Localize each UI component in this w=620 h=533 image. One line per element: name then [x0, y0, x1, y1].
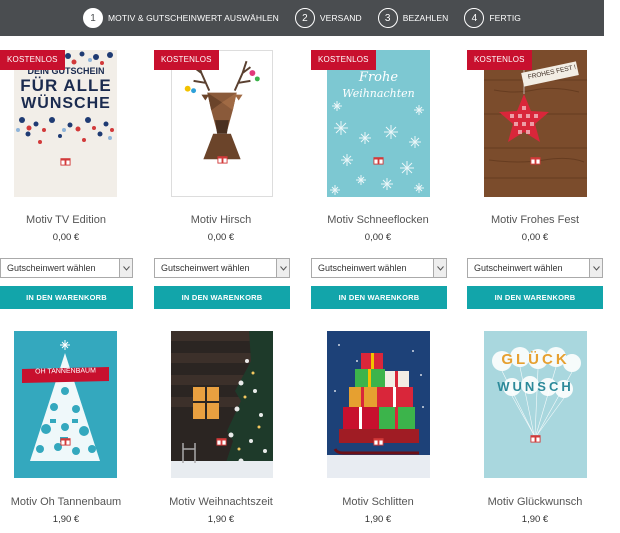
gift-icon: [530, 157, 541, 165]
schneeflocken-greeting-2: Weihnachten: [342, 87, 415, 100]
tv-edition-headline-3: WÜNSCHE: [21, 95, 111, 112]
gift-icon: [216, 438, 227, 446]
gift-icon: [217, 156, 228, 164]
product-image-oh-tannenbaum[interactable]: OH TANNENBAUM: [14, 331, 117, 478]
voucher-value-select[interactable]: Gutscheinwert wählen: [154, 258, 290, 278]
gift-icon: [60, 158, 71, 166]
voucher-value-select[interactable]: Gutscheinwert wählen: [467, 258, 603, 278]
product-image-schneeflocken[interactable]: Frohe Weihnachten: [327, 50, 430, 197]
schlitten-artwork: [327, 331, 430, 478]
product-name[interactable]: Motiv TV Edition: [0, 214, 146, 226]
chevron-down-icon: [276, 259, 289, 277]
gift-icon: [373, 438, 384, 446]
product-price: 0,00 €: [52, 232, 80, 243]
schneeflocken-greeting-1: Frohe: [358, 70, 399, 85]
checkout-stepper: 1 MOTIV & GUTSCHEINWERT AUSWÄHLEN 2 VERS…: [0, 0, 604, 36]
step-1-number: 1: [82, 8, 103, 28]
product-price: 0,00 €: [521, 232, 549, 243]
product-price: 0,00 €: [364, 232, 392, 243]
glueckwunsch-headline-1: GLÜCK: [501, 351, 570, 368]
product-image-weihnachtszeit[interactable]: [171, 331, 273, 478]
step-2-number: 2: [294, 8, 315, 28]
free-badge: KOSTENLOS: [154, 50, 219, 70]
add-to-cart-button[interactable]: IN DEN WARENKORB: [0, 286, 133, 309]
chevron-down-icon: [433, 259, 446, 277]
product-image-tv-edition[interactable]: DEIN GUTSCHEIN FÜR ALLE WÜNSCHE: [14, 50, 117, 197]
product-image-glueckwunsch[interactable]: GLÜCK WUNSCH: [484, 331, 587, 478]
free-badge: KOSTENLOS: [467, 50, 532, 70]
gift-icon: [373, 157, 384, 165]
product-price: 1,90 €: [521, 514, 549, 525]
product-name[interactable]: Motiv Glückwunsch: [455, 496, 615, 508]
chevron-down-icon: [589, 259, 602, 277]
tannenbaum-artwork: [14, 331, 117, 478]
product-image-hirsch[interactable]: [171, 50, 273, 197]
step-3-label: BEZAHLEN: [402, 13, 449, 23]
step-2[interactable]: 2 VERSAND: [294, 8, 362, 28]
product-name[interactable]: Motiv Frohes Fest: [455, 214, 615, 226]
step-1[interactable]: 1 MOTIV & GUTSCHEINWERT AUSWÄHLEN: [82, 8, 279, 28]
tv-edition-headline-2: FÜR ALLE: [20, 76, 112, 95]
chevron-down-icon: [119, 259, 132, 277]
voucher-value-select-label: Gutscheinwert wählen: [7, 263, 96, 273]
product-price: 1,90 €: [207, 514, 235, 525]
add-to-cart-button[interactable]: IN DEN WARENKORB: [467, 286, 603, 309]
voucher-value-select-label: Gutscheinwert wählen: [318, 263, 407, 273]
voucher-value-select[interactable]: Gutscheinwert wählen: [0, 258, 133, 278]
step-3[interactable]: 3 BEZAHLEN: [377, 8, 449, 28]
voucher-value-select[interactable]: Gutscheinwert wählen: [311, 258, 447, 278]
product-name[interactable]: Motiv Schlitten: [298, 496, 458, 508]
step-1-label: MOTIV & GUTSCHEINWERT AUSWÄHLEN: [107, 13, 279, 23]
step-4-number: 4: [464, 8, 485, 28]
voucher-value-select-label: Gutscheinwert wählen: [474, 263, 563, 273]
product-name[interactable]: Motiv Schneeflocken: [298, 214, 458, 226]
product-image-frohes-fest[interactable]: FROHES FEST !: [484, 50, 587, 197]
step-2-label: VERSAND: [319, 13, 362, 23]
add-to-cart-button[interactable]: IN DEN WARENKORB: [311, 286, 447, 309]
add-to-cart-button[interactable]: IN DEN WARENKORB: [154, 286, 290, 309]
step-4-label: FERTIG: [489, 13, 522, 23]
product-name[interactable]: Motiv Oh Tannenbaum: [0, 496, 146, 508]
product-price: 0,00 €: [207, 232, 235, 243]
product-name[interactable]: Motiv Hirsch: [141, 214, 301, 226]
product-price: 1,90 €: [364, 514, 392, 525]
free-badge: KOSTENLOS: [311, 50, 376, 70]
gift-icon: [530, 435, 541, 443]
free-badge: KOSTENLOS: [0, 50, 65, 70]
product-price: 1,90 €: [52, 514, 80, 525]
step-3-number: 3: [377, 8, 398, 28]
deer-artwork: [172, 51, 272, 196]
glueckwunsch-headline-2: WUNSCH: [497, 379, 574, 394]
product-image-schlitten[interactable]: [327, 331, 430, 478]
weihnachtszeit-artwork: [171, 331, 273, 478]
gift-icon: [60, 438, 71, 446]
voucher-value-select-label: Gutscheinwert wählen: [161, 263, 250, 273]
product-name[interactable]: Motiv Weihnachtszeit: [141, 496, 301, 508]
step-4[interactable]: 4 FERTIG: [464, 8, 521, 28]
